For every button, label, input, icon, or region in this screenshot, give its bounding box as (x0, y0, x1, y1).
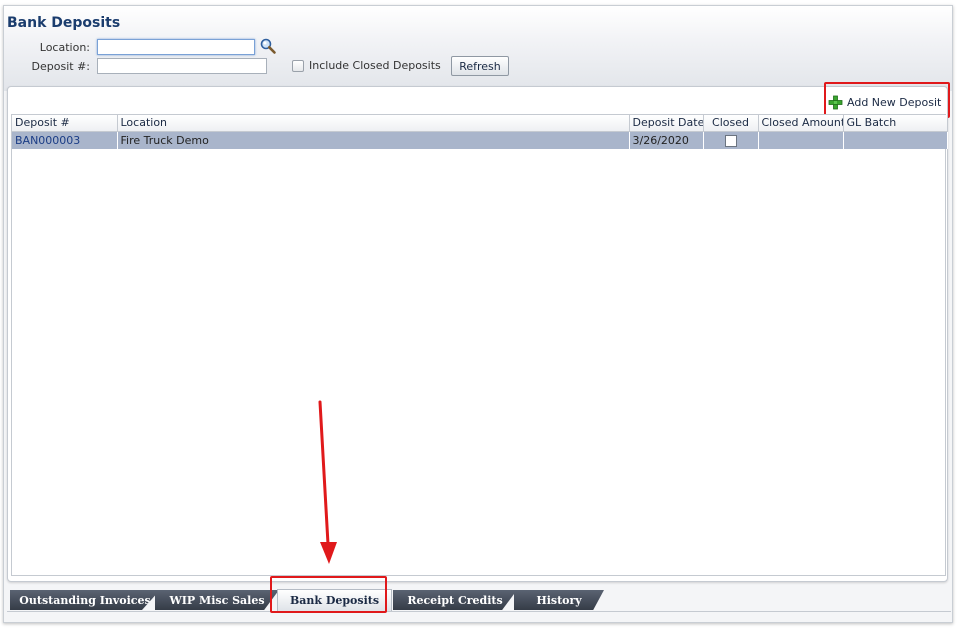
add-new-deposit-label: Add New Deposit (847, 95, 942, 109)
column-header-closed-amount[interactable]: Closed Amount (758, 115, 844, 132)
magnifier-icon[interactable] (259, 37, 277, 55)
grid-header-row: Deposit # Location Deposit Date Closed C… (12, 115, 948, 132)
filter-header: Bank Deposits Location: Deposit #: Inclu… (4, 6, 952, 91)
grid-toolbar: Add New Deposit (8, 82, 950, 118)
app-frame: Bank Deposits Location: Deposit #: Inclu… (3, 5, 953, 623)
location-input[interactable] (97, 39, 255, 55)
bottom-tab-bar: Outstanding Invoices WIP Misc Sales Bank… (7, 589, 951, 612)
tab-receipt-credits[interactable]: Receipt Credits (393, 590, 517, 610)
column-header-gl-batch[interactable]: GL Batch (843, 115, 948, 132)
column-header-closed[interactable]: Closed (703, 115, 759, 132)
cell-location: Fire Truck Demo (117, 131, 630, 149)
include-closed-checkbox[interactable] (292, 60, 304, 72)
cell-deposit-date: 3/26/2020 (629, 131, 704, 149)
cell-deposit-number[interactable]: BAN000003 (12, 131, 118, 149)
tab-history[interactable]: History (514, 590, 604, 610)
cell-closed (703, 131, 759, 149)
deposit-number-link[interactable]: BAN000003 (15, 134, 80, 147)
tab-wip-misc-sales[interactable]: WIP Misc Sales (155, 590, 279, 610)
tab-bank-deposits[interactable]: Bank Deposits (277, 589, 392, 611)
tab-outstanding-invoices[interactable]: Outstanding Invoices (10, 590, 160, 610)
column-header-deposit-date[interactable]: Deposit Date (629, 115, 704, 132)
deposits-grid: Deposit # Location Deposit Date Closed C… (11, 114, 948, 576)
column-header-location[interactable]: Location (117, 115, 630, 132)
table-row[interactable]: BAN000003 Fire Truck Demo 3/26/2020 (12, 131, 948, 149)
add-new-deposit-button[interactable]: Add New Deposit (828, 93, 941, 111)
closed-checkbox[interactable] (724, 134, 737, 147)
deposits-panel: Add New Deposit Deposit # Location Depos… (7, 82, 950, 582)
deposit-number-input[interactable] (97, 58, 267, 74)
page-title: Bank Deposits (7, 15, 121, 31)
cell-closed-amount (758, 131, 844, 149)
location-label: Location: (39, 41, 90, 54)
column-header-deposit[interactable]: Deposit # (12, 115, 118, 132)
include-closed-label: Include Closed Deposits (309, 59, 441, 72)
deposit-number-label: Deposit #: (31, 60, 90, 73)
green-plus-icon (828, 95, 843, 109)
cell-gl-batch (843, 131, 948, 149)
refresh-button[interactable]: Refresh (451, 56, 509, 76)
